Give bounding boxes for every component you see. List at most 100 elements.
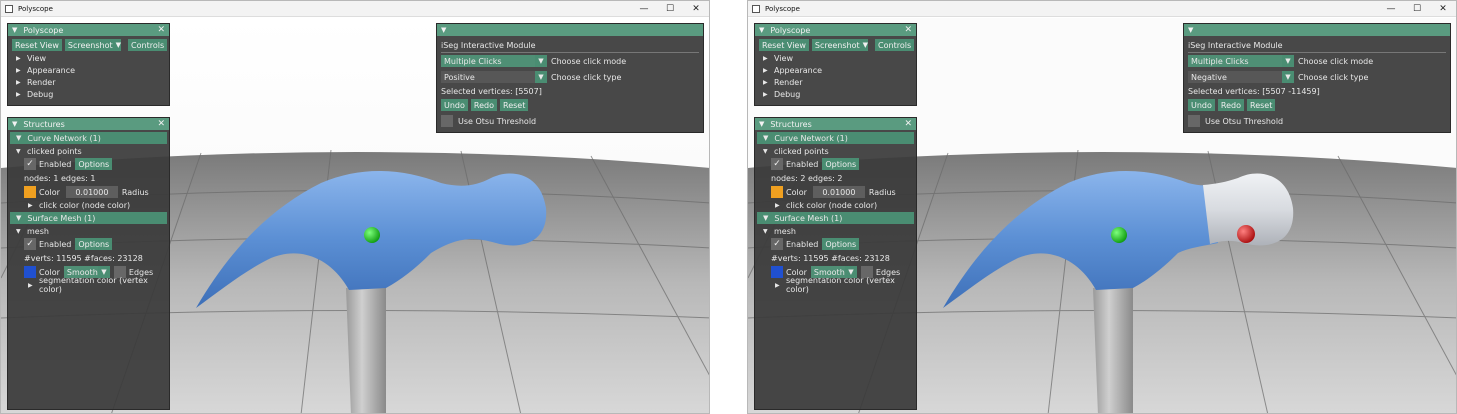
panel-header[interactable]: ▼: [437, 24, 703, 36]
reset-button[interactable]: Reset: [1247, 99, 1276, 111]
mesh-node[interactable]: ▼ mesh: [8, 225, 169, 237]
screenshot-button[interactable]: Screenshot: [811, 39, 863, 51]
collapse-triangle-icon[interactable]: ▼: [1188, 26, 1193, 34]
collapse-triangle-icon[interactable]: ▼: [759, 120, 764, 128]
click-mode-dropdown[interactable]: Multiple Clicks ▼: [1188, 55, 1294, 67]
panel-header[interactable]: ▼ Polyscope ✕: [755, 24, 916, 36]
app-icon: [752, 4, 760, 13]
controls-button[interactable]: Controls: [128, 39, 168, 51]
controls-button[interactable]: Controls: [875, 39, 915, 51]
undo-button[interactable]: Undo: [441, 99, 468, 111]
minimize-button[interactable]: —: [1378, 4, 1404, 14]
panel-header[interactable]: ▼ Structures ✕: [8, 118, 169, 130]
close-icon[interactable]: ✕: [904, 119, 912, 129]
positive-click-point[interactable]: [1111, 227, 1127, 243]
surface-color-swatch[interactable]: [24, 266, 36, 278]
panel-header[interactable]: ▼: [1184, 24, 1450, 36]
selected-vertices: Selected vertices: [5507 -11459]: [1188, 86, 1320, 96]
tree-node-render[interactable]: ▶ Render: [755, 76, 916, 88]
segmentation-color-node[interactable]: ▶ segmentation color (vertex color): [755, 276, 916, 294]
enabled-checkbox[interactable]: ✓: [24, 238, 36, 250]
redo-button[interactable]: Redo: [470, 99, 497, 111]
close-button[interactable]: ✕: [1430, 4, 1456, 14]
minimize-button[interactable]: —: [631, 4, 657, 14]
radius-input[interactable]: 0.01000: [812, 186, 865, 198]
tree-label: View: [27, 53, 46, 63]
panel-header[interactable]: ▼ Structures ✕: [755, 118, 916, 130]
click-type-dropdown[interactable]: Positive ▼: [441, 71, 547, 83]
tree-node-appearance[interactable]: ▶ Appearance: [755, 64, 916, 76]
options-button[interactable]: Options: [822, 238, 860, 250]
reset-view-button[interactable]: Reset View: [12, 39, 62, 51]
mesh-node[interactable]: ▼ mesh: [755, 225, 916, 237]
otsu-checkbox[interactable]: [441, 115, 453, 127]
screenshot-dropdown-icon[interactable]: ▼: [115, 39, 122, 51]
tree-node-debug[interactable]: ▶ Debug: [8, 88, 169, 100]
panel-header[interactable]: ▼ Polyscope ✕: [8, 24, 169, 36]
enabled-checkbox[interactable]: ✓: [24, 158, 36, 170]
structure-name: clicked points: [774, 146, 829, 156]
color-label: Color: [39, 187, 60, 197]
title-bar[interactable]: Polyscope — ☐ ✕: [1, 1, 709, 17]
click-color-node[interactable]: ▶ click color (node color): [8, 199, 169, 211]
radius-label: Radius: [121, 187, 149, 197]
surface-color-swatch[interactable]: [771, 266, 783, 278]
screenshot-dropdown-icon[interactable]: ▼: [862, 39, 869, 51]
collapse-triangle-icon[interactable]: ▼: [12, 26, 17, 34]
undo-button[interactable]: Undo: [1188, 99, 1215, 111]
tree-node-view[interactable]: ▶ View: [755, 52, 916, 64]
otsu-checkbox[interactable]: [1188, 115, 1200, 127]
options-button[interactable]: Options: [75, 238, 113, 250]
expand-arrow-icon: ▶: [763, 78, 768, 86]
clicked-points-node[interactable]: ▼ clicked points: [755, 145, 916, 157]
window-title: Polyscope: [765, 4, 800, 13]
click-color-node[interactable]: ▶ click color (node color): [755, 199, 916, 211]
options-button[interactable]: Options: [75, 158, 113, 170]
section-title: Curve Network (1): [27, 133, 101, 143]
screenshot-button[interactable]: Screenshot: [64, 39, 116, 51]
clicked-points-node[interactable]: ▼ clicked points: [8, 145, 169, 157]
collapse-triangle-icon[interactable]: ▼: [441, 26, 446, 34]
segmentation-color-node[interactable]: ▶ segmentation color (vertex color): [8, 276, 169, 294]
tree-node-view[interactable]: ▶ View: [8, 52, 169, 64]
collapse-triangle-icon[interactable]: ▼: [759, 26, 764, 34]
section-title: Curve Network (1): [774, 133, 848, 143]
curve-network-header[interactable]: ▼ Curve Network (1): [10, 132, 167, 144]
title-bar[interactable]: Polyscope — ☐ ✕: [748, 1, 1456, 17]
reset-button[interactable]: Reset: [500, 99, 529, 111]
hammer-handle: [346, 288, 386, 413]
tree-node-debug[interactable]: ▶ Debug: [755, 88, 916, 100]
surface-mesh-header[interactable]: ▼ Surface Mesh (1): [10, 212, 167, 224]
enabled-checkbox[interactable]: ✓: [771, 158, 783, 170]
node-color-swatch[interactable]: [771, 186, 783, 198]
positive-click-point[interactable]: [364, 227, 380, 243]
tree-node-appearance[interactable]: ▶ Appearance: [8, 64, 169, 76]
collapse-triangle-icon[interactable]: ▼: [12, 120, 17, 128]
3d-viewport[interactable]: ▼ Polyscope ✕ Reset View Screenshot ▼ Co…: [748, 18, 1456, 413]
options-button[interactable]: Options: [822, 158, 860, 170]
close-icon[interactable]: ✕: [904, 25, 912, 35]
close-button[interactable]: ✕: [683, 4, 709, 14]
shade-style-dropdown[interactable]: Smooth ▼: [63, 266, 110, 278]
close-icon[interactable]: ✕: [157, 119, 165, 129]
surface-mesh-header[interactable]: ▼ Surface Mesh (1): [757, 212, 914, 224]
radius-input[interactable]: 0.01000: [65, 186, 118, 198]
3d-viewport[interactable]: ▼ Polyscope ✕ Reset View Screenshot ▼ Co…: [1, 18, 709, 413]
chevron-down-icon: ▼: [1282, 55, 1294, 67]
maximize-button[interactable]: ☐: [657, 4, 683, 14]
subnode-label: click color (node color): [786, 200, 878, 210]
tree-node-render[interactable]: ▶ Render: [8, 76, 169, 88]
negative-click-point[interactable]: [1237, 225, 1255, 243]
redo-button[interactable]: Redo: [1217, 99, 1244, 111]
polyscope-panel: ▼ Polyscope ✕ Reset View Screenshot ▼ Co…: [754, 23, 917, 106]
panel-title: Polyscope: [23, 25, 64, 35]
close-icon[interactable]: ✕: [157, 25, 165, 35]
curve-network-header[interactable]: ▼ Curve Network (1): [757, 132, 914, 144]
maximize-button[interactable]: ☐: [1404, 4, 1430, 14]
node-color-swatch[interactable]: [24, 186, 36, 198]
reset-view-button[interactable]: Reset View: [759, 39, 809, 51]
click-type-dropdown[interactable]: Negative ▼: [1188, 71, 1294, 83]
shade-style-dropdown[interactable]: Smooth ▼: [810, 266, 857, 278]
click-mode-dropdown[interactable]: Multiple Clicks ▼: [441, 55, 547, 67]
enabled-checkbox[interactable]: ✓: [771, 238, 783, 250]
